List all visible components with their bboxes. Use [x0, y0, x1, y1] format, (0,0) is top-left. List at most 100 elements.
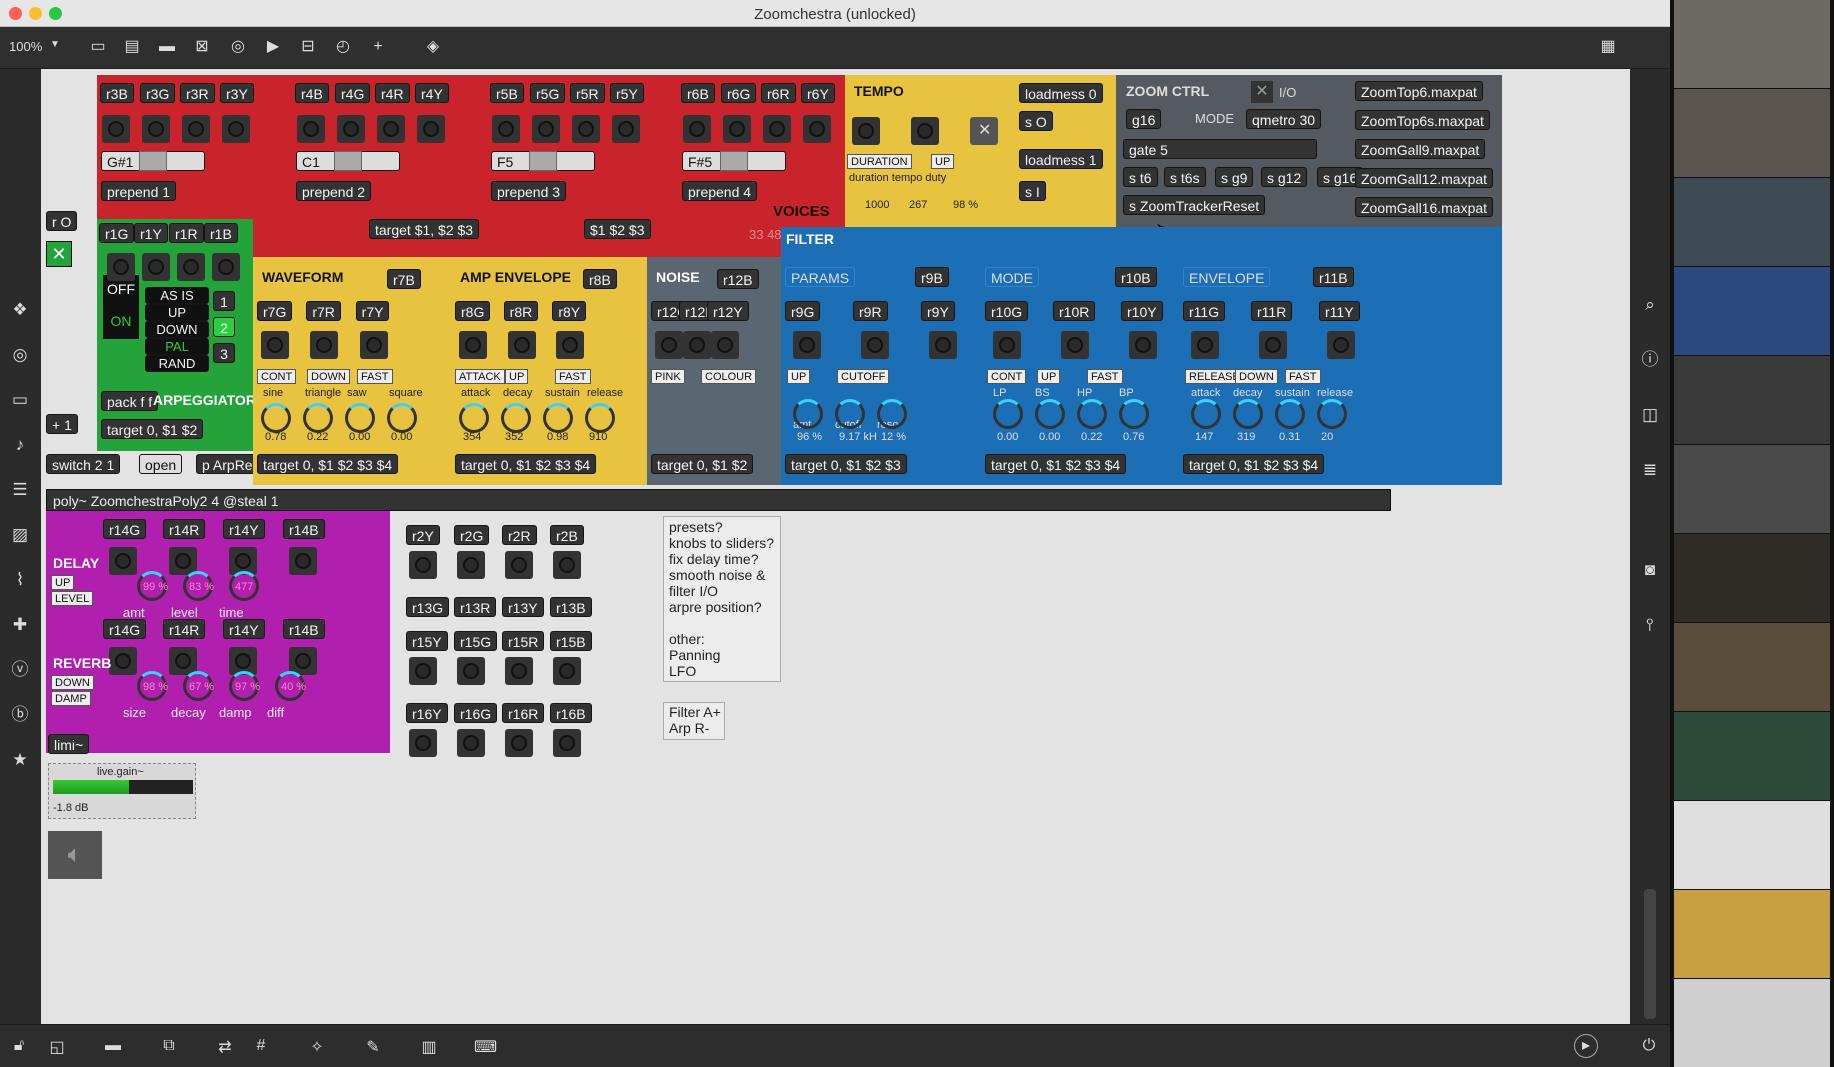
- filter-mode-dropdown-2[interactable]: FAST: [1087, 369, 1123, 384]
- arp-knob-r1G[interactable]: [107, 253, 135, 281]
- voice-receive-r4R[interactable]: r4R: [375, 83, 410, 103]
- amp-dial-0[interactable]: [459, 403, 489, 433]
- target-message-2[interactable]: $1 $2 $3: [584, 219, 651, 239]
- noise-receive-b[interactable]: r12B: [717, 269, 759, 289]
- mixer-icon[interactable]: ⫯: [1639, 614, 1661, 636]
- toggle-icon[interactable]: ◎: [228, 37, 248, 57]
- noise-knob-1[interactable]: [683, 331, 711, 359]
- voice-knob-r4G[interactable]: [337, 115, 365, 143]
- waveform-dropdown-1[interactable]: DOWN: [307, 369, 350, 384]
- filter-mode-knob-2[interactable]: [1129, 331, 1157, 359]
- grid-icon[interactable]: #: [250, 1037, 272, 1057]
- packages-icon[interactable]: ❖: [9, 299, 31, 321]
- voice-receive-r3G[interactable]: r3G: [140, 83, 176, 103]
- filter-params-knob-2[interactable]: [929, 331, 957, 359]
- send-o[interactable]: s O: [1019, 111, 1053, 131]
- prepend-2[interactable]: prepend 2: [296, 181, 372, 201]
- voice-receive-r3R[interactable]: r3R: [180, 83, 215, 103]
- arp-receive-r1G[interactable]: r1G: [99, 223, 135, 243]
- arp-knob-r1R[interactable]: [177, 253, 205, 281]
- voice-knob-r4R[interactable]: [377, 115, 405, 143]
- patch-2[interactable]: ZoomGall9.maxpat: [1355, 139, 1486, 159]
- zoom-mode-select[interactable]: g16: [1126, 109, 1162, 129]
- filter-params-receive-0[interactable]: r9G: [785, 301, 821, 321]
- dial-icon[interactable]: ◴: [333, 37, 353, 57]
- receive-r13B[interactable]: r13B: [550, 597, 592, 617]
- filter-env-dial-1[interactable]: [1233, 399, 1263, 429]
- amp-receive-0[interactable]: r8G: [455, 301, 491, 321]
- button-icon[interactable]: ⊠: [192, 37, 212, 57]
- knob-r2R[interactable]: [505, 551, 533, 579]
- volume-slider[interactable]: [1644, 889, 1656, 1019]
- zoom-level[interactable]: 100%: [9, 39, 42, 54]
- filter-mode-dial-1[interactable]: [1035, 399, 1065, 429]
- delay-receive-1[interactable]: r14R: [163, 519, 206, 539]
- delay-dropdown-1[interactable]: LEVEL: [51, 591, 94, 606]
- amp-dropdown-1[interactable]: UP: [505, 369, 529, 384]
- gate-object[interactable]: gate 5: [1123, 139, 1317, 159]
- comment-icon[interactable]: ▬: [157, 37, 177, 57]
- tempo-knob-2[interactable]: [911, 117, 939, 145]
- receive-r13R[interactable]: r13R: [454, 597, 497, 617]
- receive-r16Y[interactable]: r16Y: [406, 703, 448, 723]
- patcher-canvas[interactable]: VOICES 33 48 52 55 target $1, $2 $3 $1 $…: [41, 69, 1630, 1024]
- filter-params-dropdown-1[interactable]: CUTOFF: [837, 369, 890, 384]
- knob-r15B[interactable]: [553, 657, 581, 685]
- arp-receive-r1B[interactable]: r1B: [204, 223, 238, 243]
- loadmess-0[interactable]: loadmess 0: [1019, 83, 1103, 103]
- arp-num-2[interactable]: 2: [213, 317, 235, 337]
- duration-dropdown[interactable]: DURATION: [847, 154, 912, 169]
- filter-mode-dropdown-0[interactable]: CONT: [987, 369, 1027, 384]
- patch-1[interactable]: ZoomTop6s.maxpat: [1355, 110, 1490, 130]
- zoom-send-3[interactable]: s g12: [1261, 167, 1308, 187]
- voice-knob-r6G[interactable]: [723, 115, 751, 143]
- voice-receive-r3B[interactable]: r3B: [100, 83, 134, 103]
- plus-one-object[interactable]: + 1: [46, 414, 78, 434]
- zoom-send-2[interactable]: s g9: [1215, 167, 1254, 187]
- filter-params-knob-1[interactable]: [861, 331, 889, 359]
- voice-knob-r5G[interactable]: [532, 115, 560, 143]
- clip-icon[interactable]: ⌇: [9, 569, 31, 591]
- voice-knob-r5Y[interactable]: [612, 115, 640, 143]
- filter-env-receive-1[interactable]: r11R: [1251, 301, 1293, 321]
- waveform-dropdown-0[interactable]: CONT: [257, 369, 297, 384]
- snap-icon[interactable]: ✧: [306, 1037, 328, 1057]
- window-icon[interactable]: ▭: [9, 389, 31, 411]
- zoom-send-0[interactable]: s t6: [1123, 167, 1158, 187]
- target-message[interactable]: target $1, $2 $3: [369, 219, 480, 239]
- noise-dropdown-0[interactable]: PINK: [651, 369, 685, 384]
- filter-mode-receive-0[interactable]: r10G: [985, 301, 1029, 321]
- filter-params-dial-2[interactable]: [877, 399, 907, 429]
- waveform-receive-b[interactable]: r7B: [387, 269, 421, 289]
- filter-mode-target[interactable]: target 0, $1 $2 $3 $4: [985, 454, 1127, 474]
- b-icon[interactable]: ⓑ: [9, 704, 31, 726]
- arp-mode-4[interactable]: RAND: [145, 355, 209, 372]
- voice-knob-r5R[interactable]: [572, 115, 600, 143]
- filter-env-knob-0[interactable]: [1191, 331, 1219, 359]
- reverb-dropdown-0[interactable]: DOWN: [51, 675, 94, 690]
- amp-dial-2[interactable]: [543, 403, 573, 433]
- chevron-down-icon[interactable]: ▼: [50, 39, 60, 50]
- filter-mode-knob-1[interactable]: [1061, 331, 1089, 359]
- voice-receive-r6R[interactable]: r6R: [761, 83, 796, 103]
- reverb-receive-1[interactable]: r14R: [163, 619, 206, 639]
- voice-knob-r6B[interactable]: [683, 115, 711, 143]
- delay-receive-2[interactable]: r14Y: [223, 519, 265, 539]
- live-gain[interactable]: live.gain~ -1.8 dB: [48, 763, 196, 819]
- receive-r16R[interactable]: r16R: [502, 703, 545, 723]
- pack-object[interactable]: pack f f: [101, 391, 159, 411]
- receive-r15Y[interactable]: r15Y: [406, 631, 448, 651]
- receive-r13G[interactable]: r13G: [406, 597, 450, 617]
- open-message[interactable]: open: [139, 454, 183, 474]
- waveform-dropdown-2[interactable]: FAST: [357, 369, 393, 384]
- noise-dropdown-1[interactable]: COLOUR: [701, 369, 757, 384]
- amp-receive-2[interactable]: r8Y: [552, 301, 587, 321]
- voice-receive-r4Y[interactable]: r4Y: [415, 83, 449, 103]
- knob-r16G[interactable]: [457, 729, 485, 757]
- arp-toggle[interactable]: ✕: [46, 241, 72, 267]
- receive-r15G[interactable]: r15G: [454, 631, 498, 651]
- power-icon[interactable]: ⏻: [1638, 1037, 1660, 1057]
- slider-icon[interactable]: ⊟: [298, 37, 318, 57]
- arp-num-3[interactable]: 3: [213, 343, 235, 363]
- target-icon[interactable]: ◎: [9, 344, 31, 366]
